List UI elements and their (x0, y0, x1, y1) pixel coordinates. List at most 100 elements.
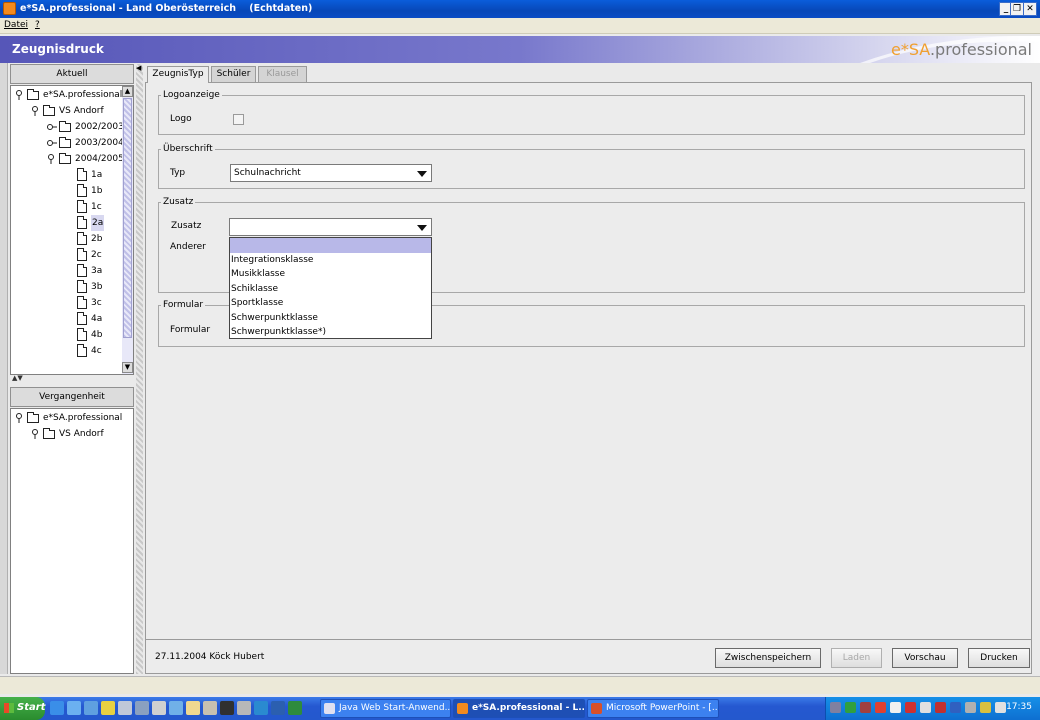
task-java-web-start[interactable]: Java Web Start-Anwend... (320, 699, 451, 718)
document-icon (77, 344, 87, 357)
expand-left-icon[interactable]: ◀ (136, 64, 141, 72)
zusatz-option[interactable] (230, 238, 431, 253)
expanded-key-icon[interactable] (15, 90, 23, 100)
tree-node-label: 4b (91, 330, 103, 340)
folder-icon (59, 153, 71, 164)
chevron-down-icon[interactable] (417, 225, 427, 231)
tray-bluetooth-icon[interactable] (950, 702, 961, 713)
tree-node[interactable]: 1b (11, 183, 121, 199)
expanded-key-icon[interactable] (31, 106, 39, 116)
zusatz-option[interactable]: Musikklasse (230, 267, 431, 282)
expanded-key-icon[interactable] (47, 154, 55, 164)
tree-node[interactable]: 3a (11, 263, 121, 279)
tree-node[interactable]: e*SA.professional (11, 87, 122, 103)
tools-icon[interactable] (203, 701, 217, 715)
tree-node[interactable]: 1c (11, 199, 121, 215)
zwischenspeichern-button[interactable]: Zwischenspeichern (715, 648, 821, 668)
menu-datei[interactable]: Datei (4, 20, 28, 30)
notes-icon[interactable] (186, 701, 200, 715)
tray-power-icon[interactable] (980, 702, 991, 713)
zusatz-option[interactable]: Sportklasse (230, 296, 431, 311)
tray-alert-icon[interactable] (935, 702, 946, 713)
tray-monitor-icon[interactable] (830, 702, 841, 713)
typ-combobox[interactable]: Schulnachricht (230, 164, 432, 182)
tree-node[interactable]: 3c (11, 295, 121, 311)
zusatz-legend: Zusatz (161, 197, 196, 207)
collapsed-key-icon[interactable] (47, 122, 57, 132)
tab-klausel[interactable]: Klausel (258, 66, 307, 82)
tree-node[interactable]: 2b (11, 231, 121, 247)
document-icon (77, 200, 87, 213)
tree-node[interactable]: 1a (11, 167, 121, 183)
tree-node[interactable]: 2a (11, 215, 121, 231)
excel-icon[interactable] (288, 701, 302, 715)
collapsed-key-icon[interactable] (47, 138, 57, 148)
collapse-up-icon[interactable]: ▲▼ (12, 374, 23, 382)
vorschau-button[interactable]: Vorschau (892, 648, 958, 668)
word-icon[interactable] (271, 701, 285, 715)
tree-node[interactable]: e*SA.professional (11, 410, 122, 426)
outlook-icon[interactable] (84, 701, 98, 715)
tree-node[interactable]: VS Andorf (11, 426, 121, 442)
tree-scrollbar[interactable]: ▲ ▼ (122, 86, 133, 374)
explorer-icon[interactable] (67, 701, 81, 715)
zusatz-option[interactable]: Schiklasse (230, 282, 431, 297)
tray-shield-icon[interactable] (890, 702, 901, 713)
main-splitter[interactable] (136, 64, 143, 674)
panel-splitter[interactable]: ▲▼ (10, 374, 134, 384)
zusatz-combobox[interactable] (229, 218, 432, 236)
module-header: Zeugnisdruck e*SA.professional (0, 36, 1040, 63)
restore-button[interactable]: ❐ (1010, 2, 1024, 16)
bulb-icon[interactable] (169, 701, 183, 715)
logo-checkbox[interactable] (233, 114, 244, 125)
zusatz-option[interactable]: Schwerpunktklasse (230, 311, 431, 326)
tray-security-icon[interactable] (860, 702, 871, 713)
tree-node[interactable]: 2003/2004 (11, 135, 124, 151)
tray-antivirus-icon[interactable] (875, 702, 886, 713)
flag-icon[interactable] (220, 701, 234, 715)
tab-zeugnistyp[interactable]: ZeugnisTyp (147, 66, 209, 83)
tree-node[interactable]: VS Andorf (11, 103, 121, 119)
network-icon[interactable] (118, 701, 132, 715)
tree-node[interactable]: 2c (11, 247, 121, 263)
splitter-arrows[interactable]: ◀ (136, 64, 143, 88)
task-powerpoint[interactable]: Microsoft PowerPoint - [... (587, 699, 719, 718)
laden-button[interactable]: Laden (831, 648, 882, 668)
tray-usb-icon[interactable] (965, 702, 976, 713)
close-button[interactable]: ✕ (1023, 2, 1037, 16)
tray-network-icon[interactable] (845, 702, 856, 713)
tree-node[interactable]: 4a (11, 311, 121, 327)
document-icon (77, 248, 87, 261)
globe-icon[interactable] (254, 701, 268, 715)
tray-volume-icon[interactable] (995, 702, 1006, 713)
tree-node-label: 3c (91, 298, 102, 308)
tree-node[interactable]: 4b (11, 327, 121, 343)
scroll-down-icon[interactable]: ▼ (122, 362, 133, 373)
tab-schueler[interactable]: Schüler (211, 66, 256, 82)
scrollbar-thumb[interactable] (123, 98, 132, 338)
chevron-down-icon[interactable] (417, 171, 427, 177)
tree-node-label: 3b (91, 282, 103, 292)
tree-node-label: VS Andorf (59, 106, 104, 116)
zusatz-option[interactable]: Integrationsklasse (230, 253, 431, 268)
task-esa-professional[interactable]: e*SA.professional - L... (453, 699, 585, 718)
media-icon[interactable] (101, 701, 115, 715)
tree-node[interactable]: 4c (11, 343, 121, 359)
user-icon[interactable] (152, 701, 166, 715)
menu-help[interactable]: ? (35, 20, 40, 30)
drucken-button[interactable]: Drucken (968, 648, 1030, 668)
tree-node[interactable]: 3b (11, 279, 121, 295)
expanded-key-icon[interactable] (15, 413, 23, 423)
ie-icon[interactable] (50, 701, 64, 715)
calculator-icon[interactable] (237, 701, 251, 715)
tree-node[interactable]: 2004/2005 (11, 151, 124, 167)
tree-node[interactable]: 2002/2003 (11, 119, 124, 135)
zusatz-option[interactable]: Schwerpunktklasse*) (230, 325, 431, 340)
tray-speaker-icon[interactable] (920, 702, 931, 713)
start-button[interactable]: Start (0, 697, 45, 720)
scroll-up-icon[interactable]: ▲ (122, 86, 133, 97)
expanded-key-icon[interactable] (31, 429, 39, 439)
drive-icon[interactable] (135, 701, 149, 715)
tray-acrobat-icon[interactable] (905, 702, 916, 713)
logoanzeige-legend: Logoanzeige (161, 90, 222, 100)
